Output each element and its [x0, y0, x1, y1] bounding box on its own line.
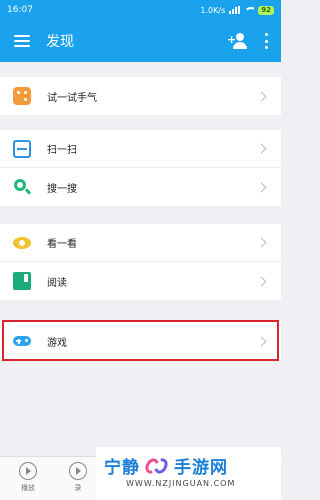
list-item-scan[interactable]: 扫一扫 [0, 130, 281, 168]
group-watch-read: 看一看 阅读 [0, 224, 281, 300]
record-icon [69, 462, 87, 480]
menu-icon[interactable] [14, 35, 30, 47]
item-label: 阅读 [47, 277, 67, 289]
battery-icon: 92 [258, 5, 274, 15]
list-item-watch[interactable]: 看一看 [0, 224, 281, 262]
chevron-right-icon [256, 91, 267, 101]
book-icon [13, 272, 31, 290]
item-label: 试一试手气 [47, 92, 97, 104]
list-item-games[interactable]: 游戏 [0, 322, 281, 360]
item-label: 游戏 [47, 337, 67, 349]
network-speed: 1.0K/s [200, 5, 226, 15]
status-time: 16:07 [7, 5, 33, 15]
chevron-right-icon [256, 143, 267, 154]
add-user-icon[interactable]: + [227, 33, 250, 49]
eye-icon [13, 234, 31, 252]
tab-label: 播放 [21, 484, 35, 492]
list-item-read[interactable]: 阅读 [0, 262, 281, 300]
app-bar: 发现 + [0, 20, 281, 62]
gamepad-icon [13, 332, 31, 350]
search-icon [13, 178, 32, 196]
item-label: 扫一扫 [47, 145, 77, 156]
tab-record[interactable]: 录 [58, 462, 98, 493]
wifi-icon [244, 6, 255, 14]
chevron-right-icon [256, 182, 267, 192]
watermark-title-left: 宁静 [104, 458, 140, 478]
play-icon [19, 462, 37, 480]
chevron-right-icon [256, 276, 267, 286]
page-title: 发现 [46, 34, 74, 50]
watermark-title-right: 手游网 [174, 458, 228, 478]
scan-icon [13, 139, 31, 158]
watermark-logo-icon [142, 455, 171, 476]
chevron-right-icon [256, 336, 267, 346]
chevron-right-icon [256, 237, 267, 248]
group-scan-search: 扫一扫 搜一搜 [0, 130, 281, 206]
watermark-url: WWW.NZJINGUAN.COM [126, 479, 236, 488]
group-games: 游戏 [0, 322, 281, 360]
watermark: 宁静 手游网 WWW.NZJINGUAN.COM [96, 447, 281, 500]
status-bar: 16:07 1.0K/s 92 [0, 0, 281, 20]
tab-label: 录 [74, 484, 82, 492]
tab-play[interactable]: 播放 [8, 462, 48, 493]
list-item-luck[interactable]: 试一试手气 [0, 77, 281, 115]
list-item-search[interactable]: 搜一搜 [0, 168, 281, 206]
signal-icon [229, 6, 241, 14]
item-label: 看一看 [47, 239, 77, 250]
group-luck: 试一试手气 [0, 77, 281, 115]
more-icon[interactable] [264, 33, 268, 49]
dice-icon [13, 87, 31, 105]
item-label: 搜一搜 [47, 183, 77, 195]
status-indicators: 1.0K/s 92 [200, 5, 274, 15]
